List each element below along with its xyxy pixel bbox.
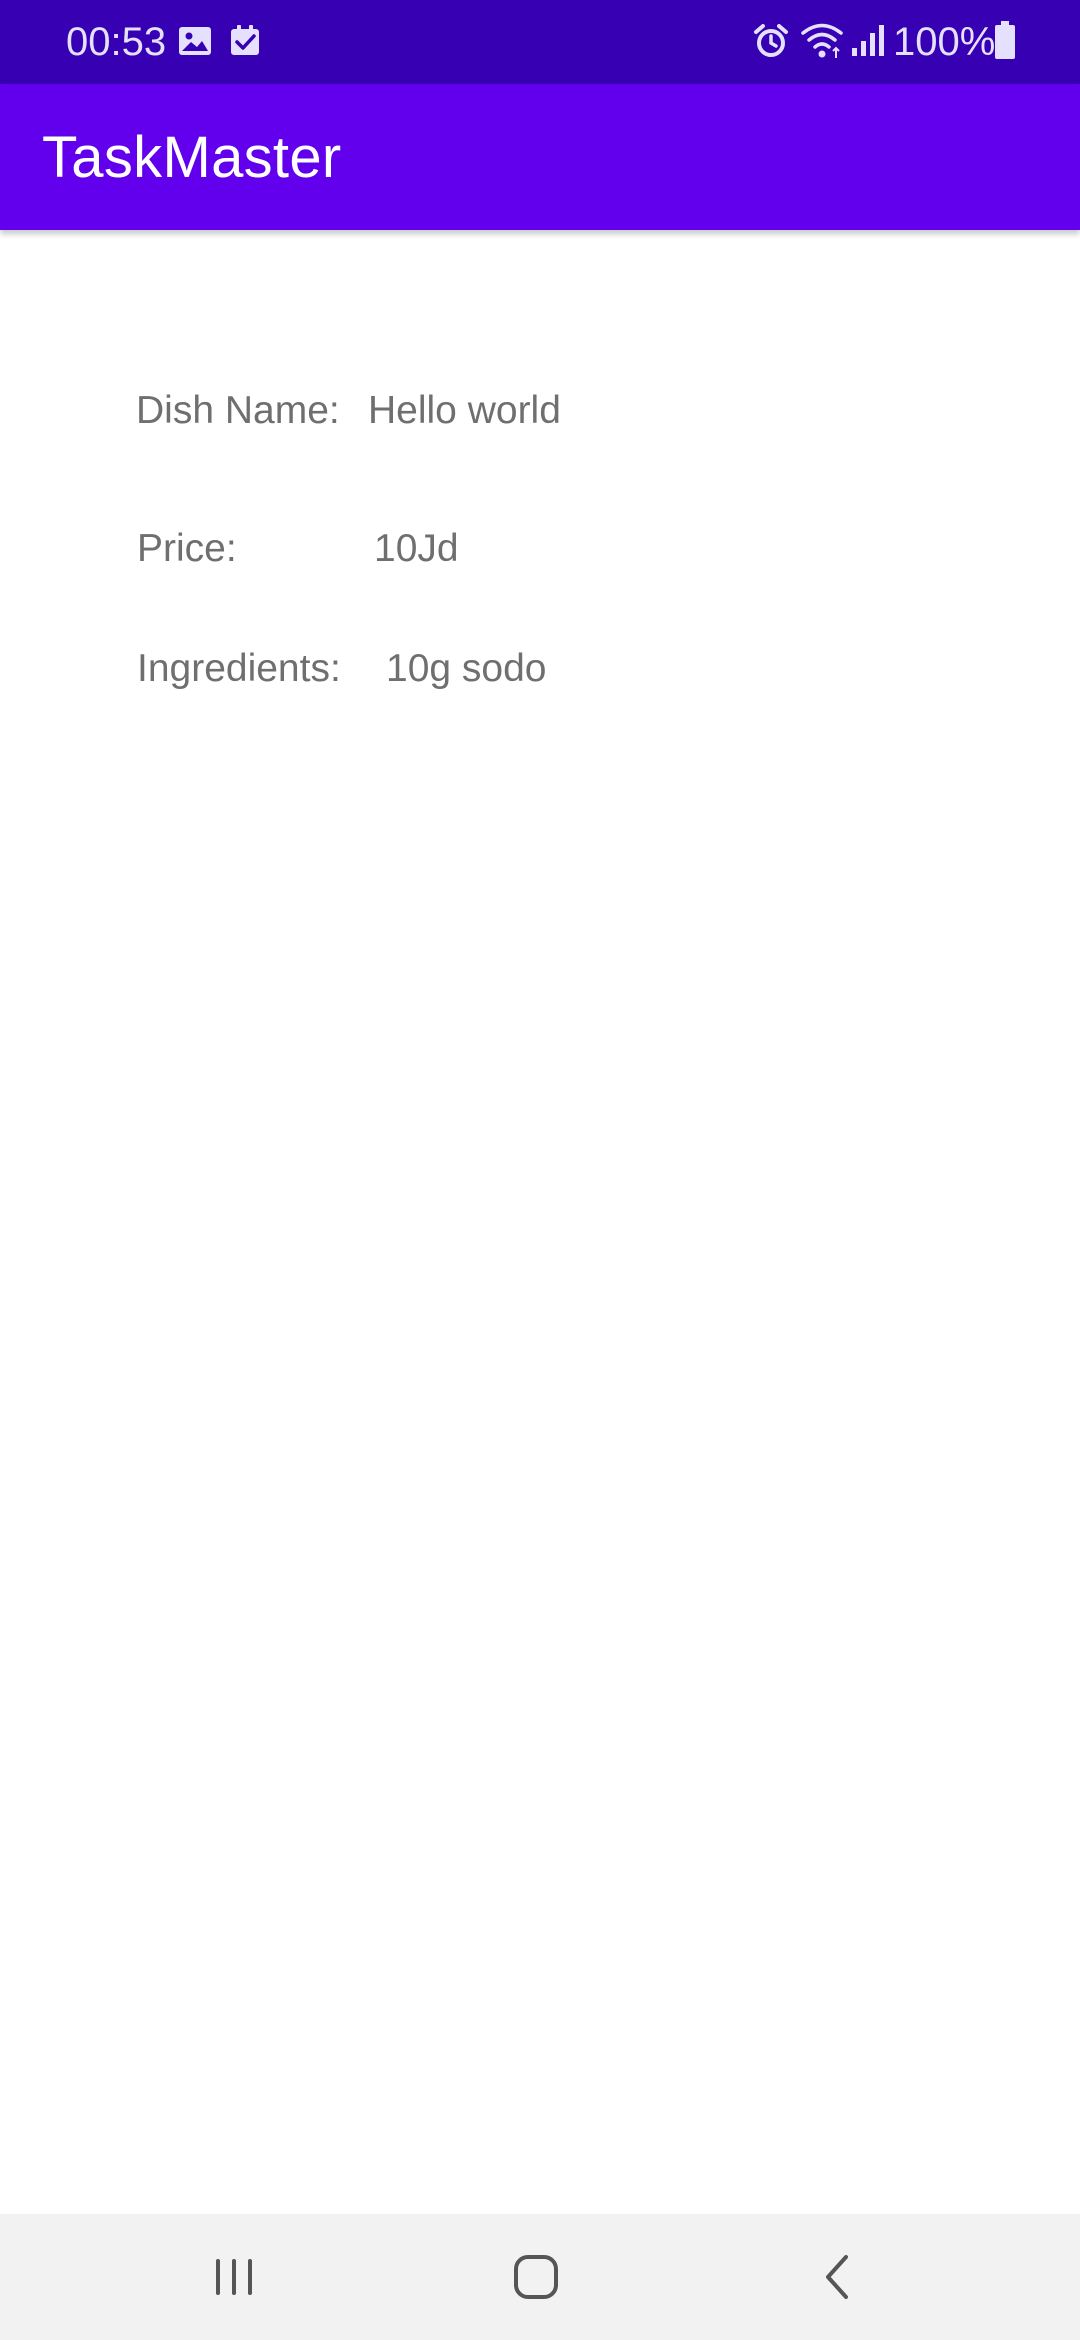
navigation-bar [0,2214,1080,2340]
wifi-icon [801,23,843,58]
app-title: TaskMaster [42,125,342,190]
home-button[interactable] [476,2232,596,2322]
dish-details: Dish Name: Hello world Price: 10Jd Ingre… [0,230,1080,2214]
screen: 00:53 100% TaskMaster Dish Name: Hello w… [0,0,1080,2340]
app-bar: TaskMaster [0,84,1080,230]
alarm-icon [754,24,788,57]
ingredients-value: 10g sodo [386,647,547,690]
gallery-icon [179,27,211,55]
back-button[interactable] [778,2232,898,2322]
recents-icon [216,2259,252,2295]
ingredients-label: Ingredients: [137,647,341,690]
price-value: 10Jd [374,527,459,570]
recents-button[interactable] [174,2232,294,2322]
status-bar: 00:53 100% [0,0,1080,84]
dish-name-label: Dish Name: [136,389,340,432]
battery-icon [995,21,1015,59]
battery-percent: 100% [893,20,996,64]
back-icon [826,2255,848,2299]
dish-name-value: Hello world [368,389,561,432]
home-icon [514,2255,558,2299]
price-label: Price: [137,527,237,570]
status-time: 00:53 [66,20,167,64]
task-check-icon [231,25,259,55]
signal-icon [852,25,884,56]
